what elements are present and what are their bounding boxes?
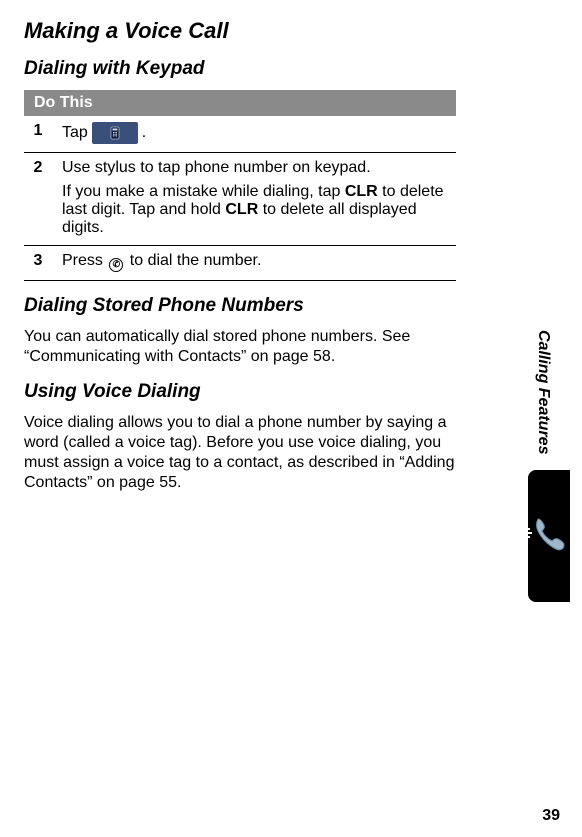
steps-table: Do This 1 Tap . 2 Use stylus to tap phon…	[24, 90, 456, 281]
page-number: 39	[542, 807, 560, 825]
step-text: Press	[62, 252, 107, 269]
section-body-voice: Voice dialing allows you to dial a phone…	[24, 413, 456, 493]
send-key-icon: ✆	[109, 258, 123, 272]
side-tab-label: Calling Features	[534, 330, 552, 454]
section-heading-voice: Using Voice Dialing	[24, 381, 456, 403]
phone-keypad-icon	[92, 122, 138, 144]
table-row: 3 Press ✆ to dial the number.	[24, 246, 456, 281]
key-label: CLR	[345, 183, 378, 200]
step-number: 2	[24, 153, 52, 246]
step-text: Tap	[62, 124, 88, 142]
step-cell: Press ✆ to dial the number.	[52, 246, 456, 281]
table-row: 2 Use stylus to tap phone number on keyp…	[24, 153, 456, 246]
section-heading-keypad: Dialing with Keypad	[24, 58, 456, 80]
telephone-icon	[516, 505, 568, 562]
section-heading-stored: Dialing Stored Phone Numbers	[24, 295, 456, 317]
step-cell: Use stylus to tap phone number on keypad…	[52, 153, 456, 246]
step-cell: Tap .	[52, 116, 456, 153]
step-paragraph: If you make a mistake while dialing, tap…	[62, 183, 446, 237]
step-text: to dial the number.	[125, 252, 261, 269]
text-fragment: If you make a mistake while dialing, tap	[62, 183, 345, 200]
step-text: .	[142, 124, 146, 142]
step-text: Use stylus to tap phone number on keypad…	[62, 159, 446, 177]
page-title: Making a Voice Call	[24, 18, 456, 44]
table-header: Do This	[24, 90, 456, 116]
table-row: 1 Tap .	[24, 116, 456, 153]
step-number: 3	[24, 246, 52, 281]
section-body-stored: You can automatically dial stored phone …	[24, 327, 456, 367]
step-number: 1	[24, 116, 52, 153]
page-content: Making a Voice Call Dialing with Keypad …	[0, 0, 480, 493]
key-label: CLR	[225, 201, 258, 218]
